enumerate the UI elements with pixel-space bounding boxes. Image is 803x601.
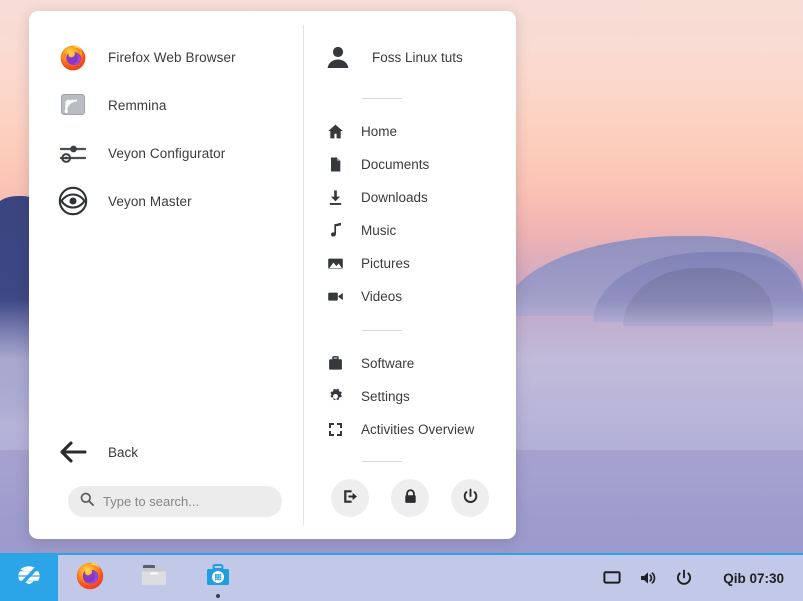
- power-icon: [462, 488, 479, 508]
- image-icon: [326, 255, 344, 273]
- music-note-icon: [326, 222, 344, 240]
- menu-app-list: Firefox Web Browser Remmina Veyon Config…: [29, 11, 303, 539]
- app-item-label: Firefox Web Browser: [108, 49, 236, 65]
- place-item-downloads[interactable]: Downloads: [304, 181, 516, 214]
- menu-left-footer: Back: [29, 430, 303, 539]
- speaker-icon[interactable]: [637, 567, 659, 589]
- app-item-label: Veyon Master: [108, 193, 192, 209]
- place-item-label: Music: [361, 223, 397, 238]
- place-item-documents[interactable]: Documents: [304, 148, 516, 181]
- start-menu-button[interactable]: [0, 555, 58, 601]
- remmina-icon: [56, 88, 90, 122]
- place-item-label: Downloads: [361, 190, 428, 205]
- zorin-logo-icon: [13, 560, 45, 597]
- padlock-icon: [402, 488, 419, 508]
- document-icon: [326, 156, 344, 174]
- place-item-label: Pictures: [361, 256, 410, 271]
- logout-arrow-icon: [342, 488, 359, 508]
- place-item-activities-overview[interactable]: Activities Overview: [304, 413, 516, 446]
- sliders-icon: [56, 136, 90, 170]
- place-item-label: Software: [361, 356, 415, 371]
- monitor-icon[interactable]: [601, 567, 623, 589]
- system-tray: Qib 07:30: [601, 567, 803, 589]
- system-separator: [362, 330, 402, 331]
- back-button-label: Back: [108, 444, 139, 460]
- place-item-settings[interactable]: Settings: [304, 380, 516, 413]
- power-icon[interactable]: [673, 567, 695, 589]
- eye-icon: [56, 184, 90, 218]
- app-item-veyon-master[interactable]: Veyon Master: [29, 177, 303, 225]
- app-item-firefox-web-browser[interactable]: Firefox Web Browser: [29, 33, 303, 81]
- search-box[interactable]: [68, 486, 282, 517]
- briefcase-icon: [326, 355, 344, 373]
- place-item-label: Home: [361, 124, 398, 139]
- lock-screen-button[interactable]: [391, 479, 429, 517]
- video-camera-icon: [326, 288, 344, 306]
- place-item-label: Activities Overview: [361, 422, 475, 437]
- taskbar: Qib 07:30: [0, 553, 803, 601]
- gear-icon: [326, 388, 344, 406]
- software-store-icon: [202, 559, 234, 596]
- file-manager-icon: [138, 559, 170, 596]
- firefox-icon: [56, 40, 90, 74]
- app-item-remmina[interactable]: Remmina: [29, 81, 303, 129]
- clock[interactable]: Qib 07:30: [709, 571, 793, 586]
- taskbar-item-firefox[interactable]: [58, 555, 122, 601]
- application-menu: Firefox Web Browser Remmina Veyon Config…: [29, 11, 516, 539]
- taskbar-item-files[interactable]: [122, 555, 186, 601]
- place-item-label: Videos: [361, 289, 403, 304]
- menu-places-list: Foss Linux tuts Home Documents Downloads…: [304, 11, 516, 539]
- places-separator: [362, 98, 402, 99]
- download-icon: [326, 189, 344, 207]
- home-icon: [326, 123, 344, 141]
- taskbar-item-software[interactable]: [186, 555, 250, 601]
- back-button[interactable]: Back: [29, 430, 303, 474]
- place-item-pictures[interactable]: Pictures: [304, 247, 516, 280]
- app-item-label: Remmina: [108, 97, 167, 113]
- desktop: Firefox Web Browser Remmina Veyon Config…: [0, 0, 803, 601]
- app-item-veyon-configurator[interactable]: Veyon Configurator: [29, 129, 303, 177]
- firefox-icon: [74, 559, 106, 596]
- search-icon: [80, 492, 94, 511]
- user-avatar-icon: [323, 42, 353, 72]
- taskbar-launchers: [58, 555, 250, 601]
- place-item-home[interactable]: Home: [304, 115, 516, 148]
- place-item-label: Documents: [361, 157, 430, 172]
- user-account-item[interactable]: Foss Linux tuts: [304, 33, 516, 81]
- running-indicator-dot: [216, 594, 220, 598]
- arrow-left-icon: [56, 435, 90, 469]
- app-item-label: Veyon Configurator: [108, 145, 226, 161]
- place-item-label: Settings: [361, 389, 410, 404]
- place-item-music[interactable]: Music: [304, 214, 516, 247]
- power-off-button[interactable]: [451, 479, 489, 517]
- log-out-button[interactable]: [331, 479, 369, 517]
- place-item-videos[interactable]: Videos: [304, 280, 516, 313]
- user-account-name: Foss Linux tuts: [372, 49, 463, 65]
- session-buttons: [304, 462, 516, 517]
- expand-brackets-icon: [326, 421, 344, 439]
- place-item-software[interactable]: Software: [304, 347, 516, 380]
- search-input[interactable]: [103, 494, 279, 509]
